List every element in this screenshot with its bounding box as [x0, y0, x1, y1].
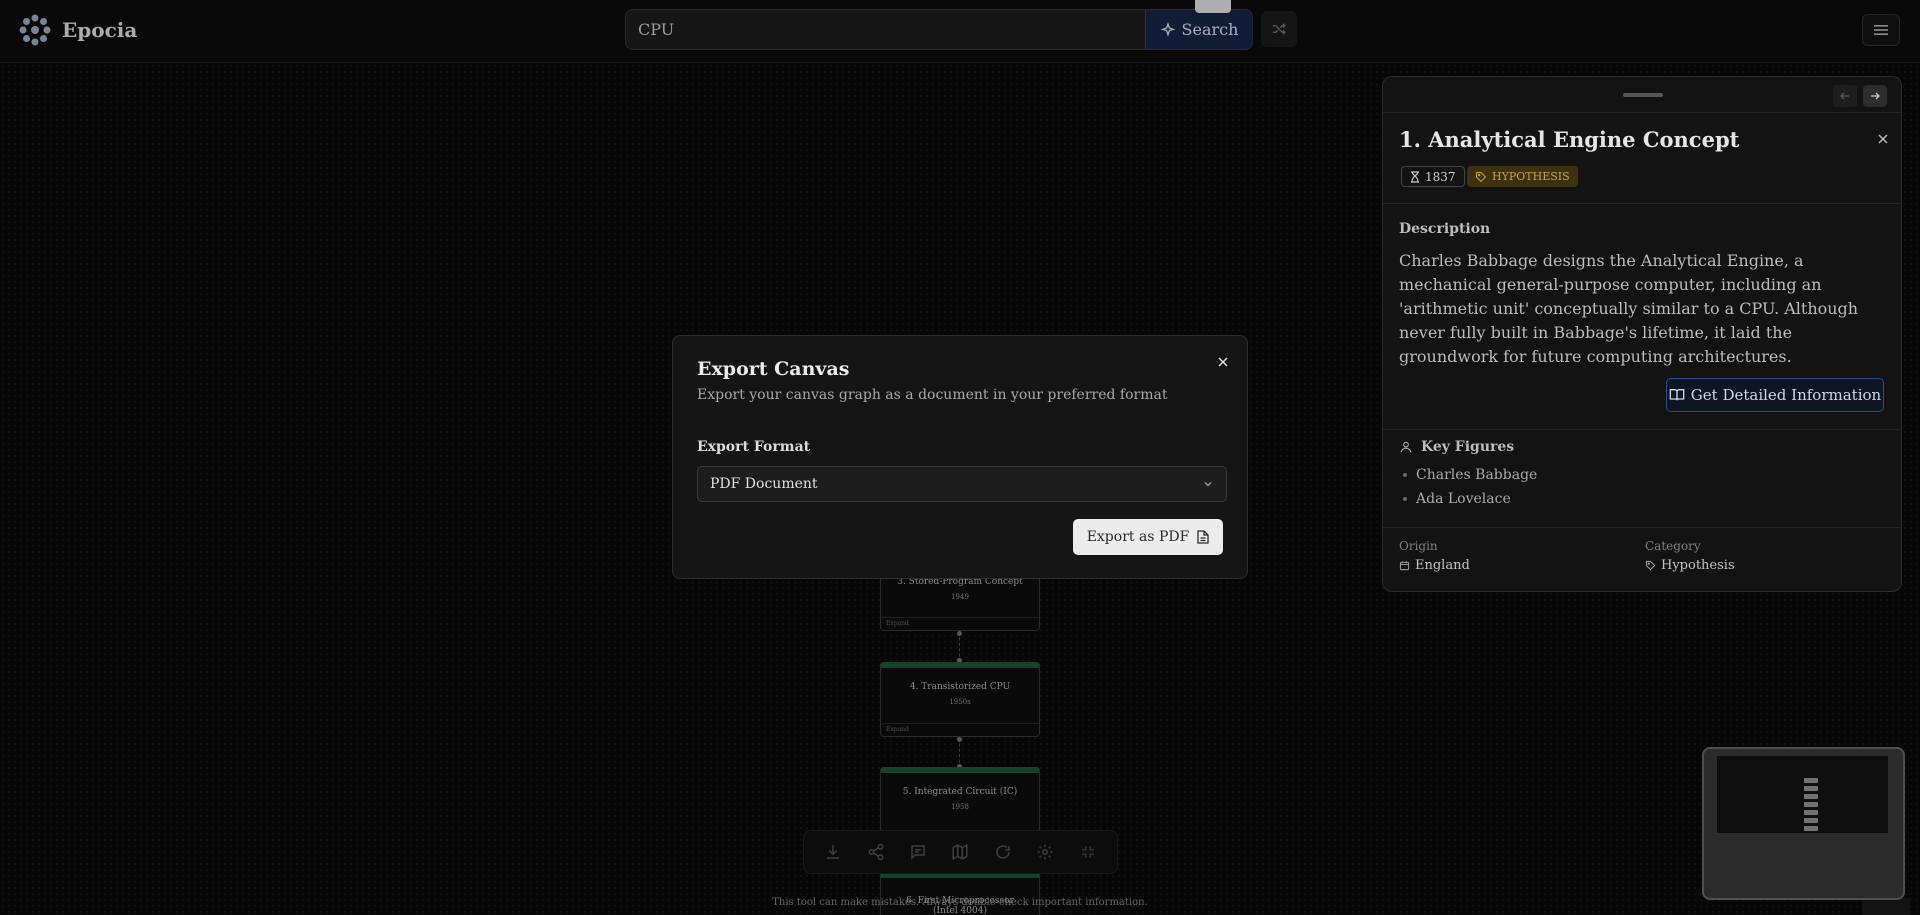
calendar-icon — [1399, 561, 1410, 571]
dialog-close-button[interactable] — [1213, 352, 1233, 372]
prev-button[interactable] — [1833, 85, 1857, 107]
origin-text: England — [1415, 558, 1470, 573]
divider — [1383, 527, 1901, 528]
close-icon — [1878, 134, 1888, 144]
bullet — [1403, 473, 1407, 477]
key-figures-heading: Key Figures — [1399, 439, 1514, 455]
detailed-info-label: Get Detailed Information — [1690, 386, 1882, 404]
tag-icon — [1476, 171, 1487, 182]
year-badge: 1837 — [1401, 166, 1465, 187]
panel-title: 1. Analytical Engine Concept — [1399, 127, 1740, 152]
category-label: Category — [1645, 539, 1701, 553]
chevron-down-icon — [1204, 481, 1212, 487]
dialog-title: Export Canvas — [697, 358, 850, 380]
key-figures-label: Key Figures — [1421, 439, 1515, 455]
year-text: 1837 — [1425, 169, 1456, 184]
divider — [1383, 429, 1901, 430]
arrow-right-icon — [1871, 92, 1880, 100]
next-button[interactable] — [1863, 85, 1887, 107]
export-button-label: Export as PDF — [1086, 529, 1190, 545]
hypothesis-badge: HYPOTHESIS — [1467, 166, 1578, 187]
key-figure-name: Charles Babbage — [1416, 467, 1538, 483]
description-label: Description — [1399, 221, 1491, 237]
category-text: Hypothesis — [1661, 558, 1735, 573]
bullet — [1403, 497, 1407, 501]
divider — [1383, 203, 1901, 204]
origin-label: Origin — [1399, 539, 1438, 553]
description-text: Charles Babbage designs the Analytical E… — [1399, 251, 1859, 366]
export-pdf-button[interactable]: Export as PDF — [1073, 519, 1223, 555]
export-dialog: Export Canvas Export your canvas graph a… — [672, 335, 1248, 579]
key-figure-item: Ada Lovelace — [1403, 491, 1511, 507]
export-format-select[interactable]: PDF Document — [697, 466, 1227, 502]
detail-panel: 1. Analytical Engine Concept 1837 HYPOTH… — [1382, 76, 1902, 592]
origin-value: England — [1399, 558, 1470, 573]
key-figure-item: Charles Babbage — [1403, 467, 1537, 483]
drag-handle[interactable] — [1623, 93, 1663, 97]
panel-topbar — [1383, 77, 1901, 113]
category-value: Hypothesis — [1645, 558, 1735, 573]
user-icon — [1400, 441, 1412, 453]
detailed-info-button[interactable]: Get Detailed Information — [1666, 378, 1884, 412]
key-figure-name: Ada Lovelace — [1416, 491, 1511, 507]
arrow-left-icon — [1840, 92, 1849, 100]
export-format-value: PDF Document — [710, 476, 818, 492]
book-open-icon — [1669, 389, 1685, 401]
export-format-label: Export Format — [697, 439, 811, 455]
hourglass-icon — [1411, 170, 1419, 183]
tag-text: HYPOTHESIS — [1492, 170, 1570, 183]
close-icon — [1218, 357, 1228, 367]
file-text-icon — [1197, 530, 1209, 544]
dialog-subtitle: Export your canvas graph as a document i… — [697, 387, 1168, 403]
tag-icon — [1645, 560, 1656, 571]
panel-close-button[interactable] — [1873, 129, 1893, 149]
